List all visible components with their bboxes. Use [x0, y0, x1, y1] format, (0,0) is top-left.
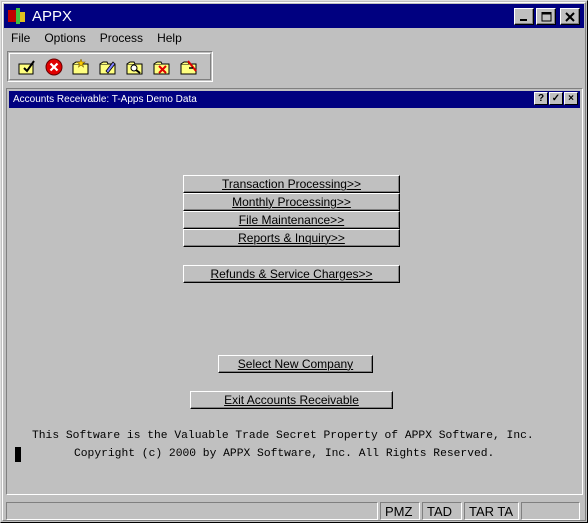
appx-logo-icon	[8, 8, 26, 24]
child-close-button[interactable]: ×	[564, 92, 578, 105]
status-tad: TAD	[422, 502, 462, 520]
close-button[interactable]	[560, 8, 580, 25]
folder-delete-icon[interactable]	[151, 56, 172, 77]
close-icon: ×	[568, 92, 574, 104]
folder-search-icon[interactable]	[124, 56, 145, 77]
maximize-button[interactable]	[536, 8, 556, 25]
menu-bar: File Options Process Help	[4, 29, 584, 47]
title-bar[interactable]: APPX	[4, 4, 584, 28]
maximize-icon	[541, 11, 551, 21]
text-cursor	[15, 447, 21, 462]
refunds-service-charges-button[interactable]: Refunds & Service Charges>>	[183, 265, 400, 283]
menu-file[interactable]: File	[4, 31, 37, 45]
transaction-processing-button[interactable]: Transaction Processing>>	[183, 175, 400, 193]
app-window: APPX File Options Process Help Accounts …	[0, 0, 588, 523]
minimize-icon	[520, 18, 527, 21]
status-tar-ta: TAR TA	[464, 502, 519, 520]
exit-accounts-receivable-button[interactable]: Exit Accounts Receivable	[190, 391, 393, 409]
minimize-button[interactable]	[514, 8, 534, 25]
child-window-controls: ? ✓ ×	[534, 92, 578, 105]
cancel-icon[interactable]	[43, 56, 64, 77]
monthly-processing-button[interactable]: Monthly Processing>>	[183, 193, 400, 211]
copyright-notice: Copyright (c) 2000 by APPX Software, Inc…	[74, 448, 495, 460]
menu-help[interactable]: Help	[150, 31, 189, 45]
ok-button[interactable]: ✓	[549, 92, 563, 105]
child-title-bar[interactable]: Accounts Receivable: T-Apps Demo Data ? …	[9, 91, 580, 108]
help-button[interactable]: ?	[534, 92, 548, 105]
close-icon	[565, 11, 575, 22]
menu-process[interactable]: Process	[93, 31, 150, 45]
toolbar	[7, 51, 213, 82]
status-message	[6, 502, 378, 520]
file-maintenance-button[interactable]: File Maintenance>>	[183, 211, 400, 229]
folder-star-icon[interactable]	[70, 56, 91, 77]
child-window-title: Accounts Receivable: T-Apps Demo Data	[13, 94, 197, 105]
status-bar: PMZ TAD TAR TA	[4, 501, 584, 521]
menu-options[interactable]: Options	[37, 31, 92, 45]
accounts-receivable-window: Accounts Receivable: T-Apps Demo Data ? …	[6, 88, 583, 495]
folder-edit-icon[interactable]	[97, 56, 118, 77]
window-title: APPX	[32, 7, 73, 25]
trade-secret-notice: This Software is the Valuable Trade Secr…	[32, 430, 534, 442]
window-controls	[514, 8, 580, 25]
check-icon: ✓	[551, 92, 561, 104]
status-pmz: PMZ	[380, 502, 420, 520]
check-folder-icon[interactable]	[16, 56, 37, 77]
folder-remove-icon[interactable]	[178, 56, 199, 77]
select-new-company-button[interactable]: Select New Company	[218, 355, 373, 373]
help-icon: ?	[537, 92, 545, 104]
status-extra	[521, 502, 580, 520]
reports-inquiry-button[interactable]: Reports & Inquiry>>	[183, 229, 400, 247]
